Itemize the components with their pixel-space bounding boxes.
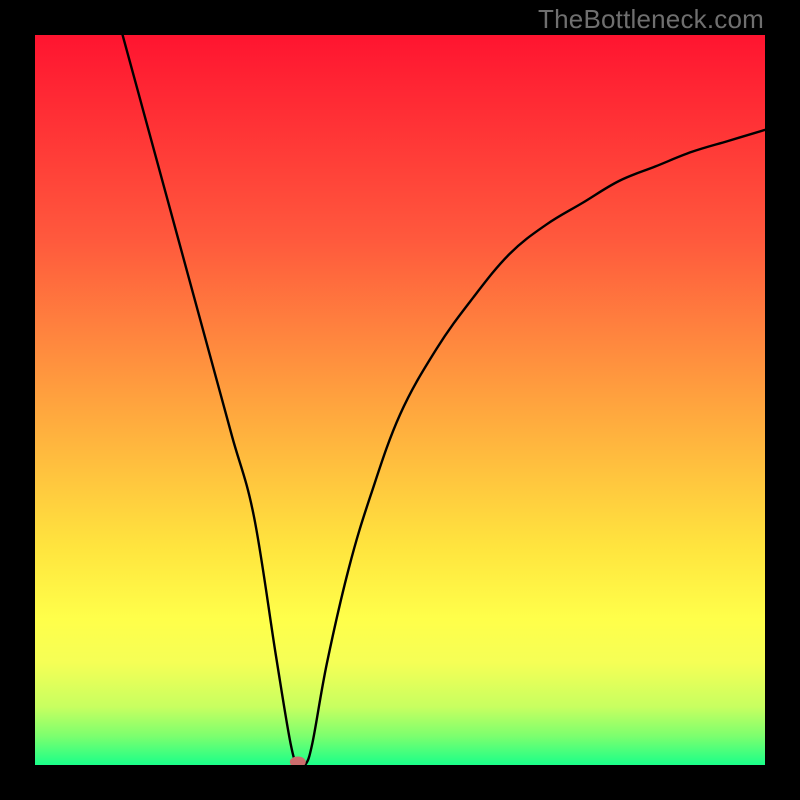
chart-frame: TheBottleneck.com <box>0 0 800 800</box>
watermark-text: TheBottleneck.com <box>538 4 764 35</box>
bottleneck-curve <box>35 35 765 765</box>
min-marker <box>290 757 306 766</box>
curve-path <box>123 35 765 765</box>
plot-area <box>35 35 765 765</box>
